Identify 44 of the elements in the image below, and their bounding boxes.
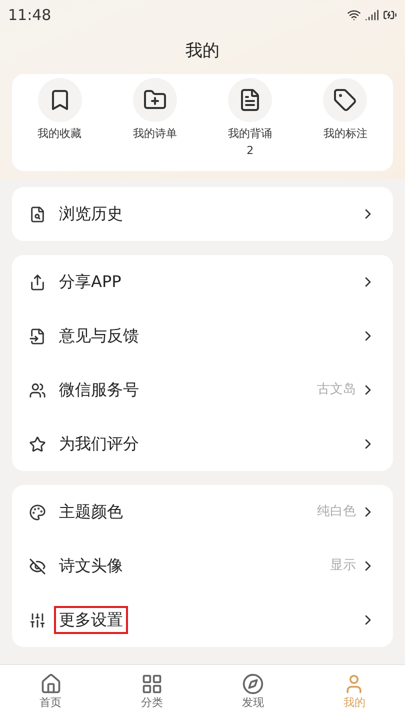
settings-row[interactable]: 更多设置: [12, 593, 393, 647]
document-search-icon: [29, 206, 46, 222]
shortcut-item[interactable]: 我的背诵 2: [202, 78, 298, 159]
people-icon: [29, 382, 46, 398]
settings-row[interactable]: 浏览历史: [12, 187, 393, 241]
settings-row[interactable]: 为我们评分: [12, 417, 393, 471]
share-icon: [29, 274, 46, 290]
battery-icon: [383, 8, 397, 22]
star-icon: [29, 436, 46, 452]
nav-tab[interactable]: 发现: [202, 665, 304, 720]
row-label: 浏览历史: [58, 203, 124, 225]
settings-row[interactable]: 微信服务号 古文岛: [12, 363, 393, 417]
row-label: 分享APP: [58, 271, 122, 293]
compass-icon: [242, 673, 264, 696]
sliders-icon: [29, 612, 46, 628]
eye-off-icon: [29, 558, 46, 574]
folder-plus-icon: [142, 88, 167, 112]
nav-tab[interactable]: 首页: [0, 665, 102, 720]
nav-tab[interactable]: 分类: [101, 665, 202, 720]
row-label: 主题颜色: [58, 501, 124, 523]
row-label: 为我们评分: [58, 433, 140, 455]
settings-row[interactable]: 诗文头像 显示: [12, 539, 393, 593]
shortcut-item[interactable]: 我的诗单: [107, 78, 202, 159]
row-label: 意见与反馈: [58, 325, 140, 347]
row-label: 诗文头像: [58, 555, 124, 577]
home-icon: [40, 673, 62, 696]
row-label: 更多设置: [54, 606, 128, 634]
row-label: 微信服务号: [58, 379, 140, 401]
signal-icon: [365, 8, 379, 22]
settings-row[interactable]: 主题颜色 纯白色: [12, 485, 393, 539]
page-title: 我的: [186, 40, 220, 64]
status-time: 11:48: [8, 4, 52, 26]
row-value: 古文岛: [317, 381, 356, 400]
palette-icon: [29, 504, 46, 520]
shortcut-item[interactable]: 我的标注: [298, 78, 393, 159]
row-value: 纯白色: [317, 503, 356, 522]
wifi-icon: [347, 8, 361, 22]
row-value: 显示: [330, 557, 356, 576]
document-icon: [29, 328, 46, 344]
tag-icon: [333, 88, 358, 112]
settings-row[interactable]: 意见与反馈: [12, 309, 393, 363]
grid-icon: [140, 673, 163, 696]
shortcut-item[interactable]: 我的收藏: [12, 78, 108, 159]
settings-row[interactable]: 分享APP: [12, 255, 393, 309]
